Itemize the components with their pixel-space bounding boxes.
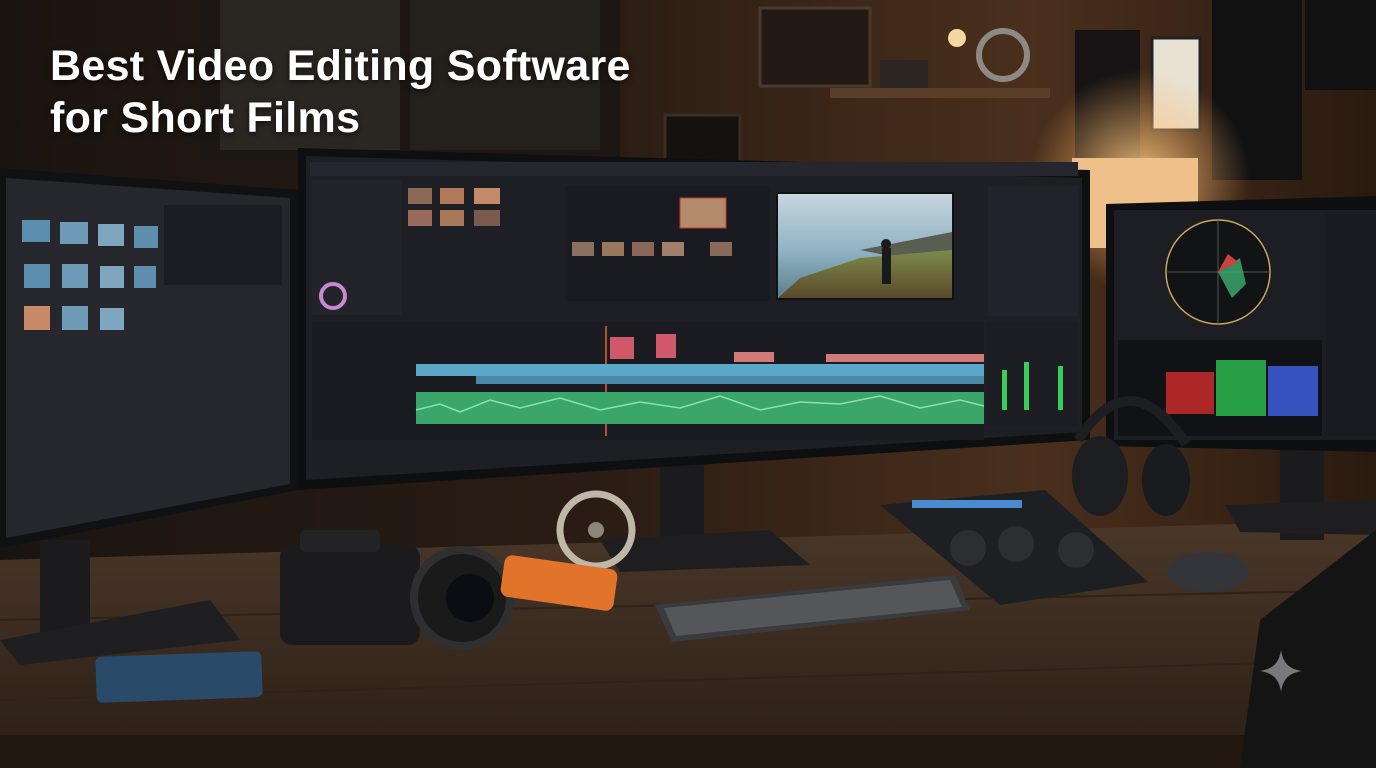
video-track-blue xyxy=(416,364,984,376)
waveform-green xyxy=(1216,360,1266,416)
sparkle-icon xyxy=(1260,650,1302,692)
node-5 xyxy=(710,242,732,256)
left-folder-2 xyxy=(60,222,88,244)
acoustic-panel-far xyxy=(1305,0,1376,90)
poster-frame xyxy=(663,113,742,167)
desk-front-edge xyxy=(0,735,1376,768)
audio-track-green xyxy=(416,392,984,424)
left-folder-4 xyxy=(134,226,158,248)
node-3 xyxy=(632,242,654,256)
node-1 xyxy=(572,242,594,256)
node-preview xyxy=(679,197,727,229)
trackball-1 xyxy=(950,530,986,566)
clip-thumb-3 xyxy=(474,188,500,204)
video-track-blue-2 xyxy=(476,376,984,384)
inspector-panel xyxy=(988,186,1078,316)
left-folder-6 xyxy=(62,264,88,288)
meter-2 xyxy=(1024,362,1029,410)
headline-line-2: for Short Films xyxy=(50,94,361,142)
left-folder-1 xyxy=(22,220,50,242)
left-folder-7 xyxy=(100,266,124,288)
waveform-red xyxy=(1166,372,1214,414)
media-pool-panel xyxy=(312,180,402,315)
node-2 xyxy=(602,242,624,256)
video-track-red-3 xyxy=(734,352,774,362)
video-track-red-2 xyxy=(656,334,676,358)
camera-top xyxy=(300,530,380,552)
editor-toolbar xyxy=(310,162,1078,176)
left-tree-panel xyxy=(164,205,282,285)
film-reel-hub xyxy=(588,522,604,538)
mixer-panel xyxy=(986,322,1078,426)
camera-lens-glass xyxy=(446,574,494,622)
control-buttons xyxy=(912,500,1022,508)
meter-1 xyxy=(1002,370,1007,410)
right-monitor-base xyxy=(1225,500,1376,535)
clip-thumb-2 xyxy=(440,188,464,204)
left-folder-3 xyxy=(98,224,124,246)
clip-thumb-6 xyxy=(474,210,500,226)
parade-panel xyxy=(1326,214,1376,436)
shelf-box xyxy=(880,60,928,88)
mouse xyxy=(1166,552,1250,592)
headline: Best Video Editing Software for Short Fi… xyxy=(50,40,631,144)
headline-line-1: Best Video Editing Software xyxy=(50,42,631,90)
wall-shelf xyxy=(830,88,1050,98)
waveform-blue xyxy=(1268,366,1318,416)
clip-thumb-5 xyxy=(440,210,464,226)
video-track-red-1 xyxy=(610,337,634,359)
clip-thumb-4 xyxy=(408,210,432,226)
left-folder-8 xyxy=(134,266,156,288)
left-folder-9 xyxy=(24,306,50,330)
left-folder-5 xyxy=(24,264,50,288)
left-folder-11 xyxy=(100,308,124,330)
viewer-person-head xyxy=(881,239,891,249)
ceiling-spot xyxy=(948,29,966,47)
meter-3 xyxy=(1058,366,1063,410)
headphones-ear-2 xyxy=(1142,444,1190,516)
clapperboard xyxy=(758,6,872,88)
camera-body xyxy=(280,545,420,645)
trackball-3 xyxy=(1058,532,1094,568)
viewer-person xyxy=(882,248,891,284)
left-folder-10 xyxy=(62,306,88,330)
clip-thumb-1 xyxy=(408,188,432,204)
video-track-red-4 xyxy=(826,354,984,362)
headphones-ear xyxy=(1072,436,1128,516)
portable-ssd xyxy=(95,651,263,703)
node-4 xyxy=(662,242,684,256)
trackball-2 xyxy=(998,526,1034,562)
